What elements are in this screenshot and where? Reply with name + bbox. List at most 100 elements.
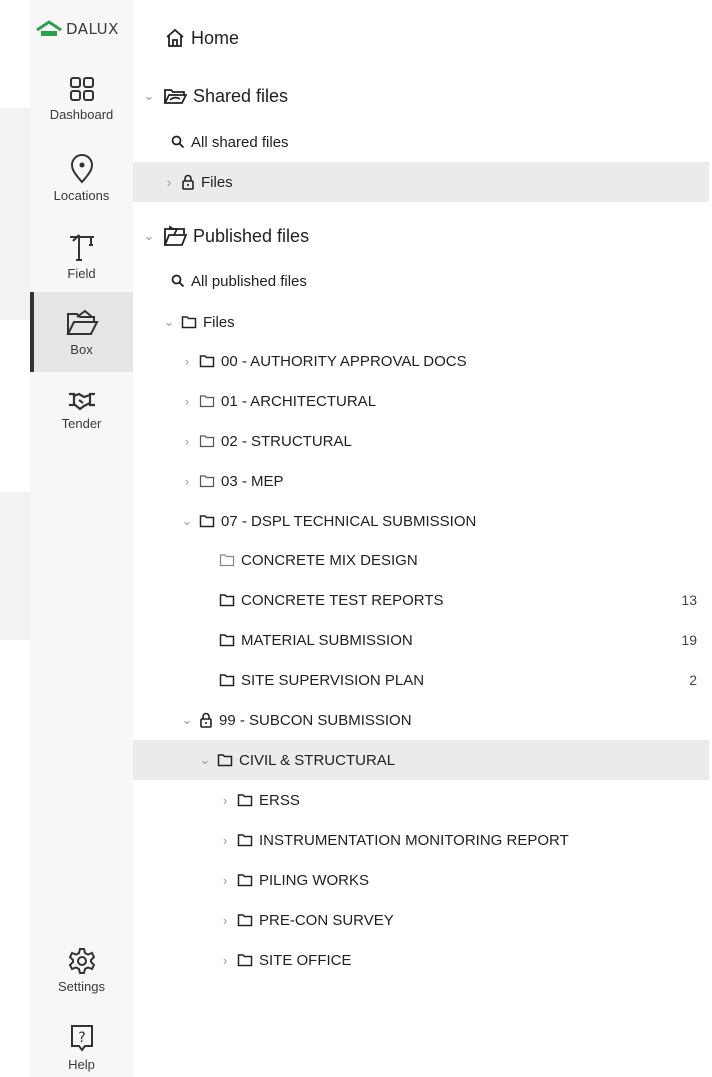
published-folder-icon [163,225,187,247]
tree-published-files-folder-label: Files [203,313,235,331]
chevron-down-icon[interactable]: ⌄ [163,314,175,330]
tree-civil-child[interactable]: › SITE OFFICE [133,940,709,980]
tree-folder-99[interactable]: ⌄ 99 - SUBCON SUBMISSION [133,700,709,740]
gear-icon [68,947,96,975]
chevron-right-icon[interactable]: › [181,434,193,449]
folder-icon [219,593,235,607]
svg-text:?: ? [78,1030,85,1046]
tree-folder-02[interactable]: › 02 - STRUCTURAL [133,421,709,461]
chevron-right-icon[interactable]: › [181,354,193,369]
tree-folder-civil[interactable]: ⌄ CIVIL & STRUCTURAL [133,740,709,780]
tree-folder-label: PILING WORKS [259,871,370,889]
tree-published-files-folder[interactable]: ⌄ Files [133,302,709,342]
folder-icon [219,553,235,567]
tree-subfolder-row[interactable]: CONCRETE TEST REPORTS 13 [133,580,709,620]
location-pin-icon [69,153,95,184]
tree-home-label: Home [191,27,240,48]
tree-civil-child[interactable]: › PILING WORKS [133,860,709,900]
file-count-badge: 2 [689,672,697,688]
tree-folder-03[interactable]: › 03 - MEP [133,461,709,501]
chevron-right-icon[interactable]: › [219,913,231,928]
tree-folder-label: SITE OFFICE [259,951,352,969]
tree-folder-label: ERSS [259,791,300,809]
lock-icon [181,174,195,190]
folder-icon [181,315,197,329]
folder-icon [199,354,215,368]
nav-tender[interactable]: Tender [30,372,133,448]
tree-subfolder-row[interactable]: SITE SUPERVISION PLAN 2 [133,660,709,700]
help-icon: ? [69,1023,95,1053]
folder-icon [219,673,235,687]
dashboard-icon [68,75,96,103]
chevron-right-icon[interactable]: › [219,833,231,848]
file-count-badge: 19 [681,632,697,648]
tree-published-files-label: Published files [193,225,310,246]
background-panel [0,492,30,640]
tree-civil-child[interactable]: › ERSS [133,780,709,820]
tree-folder-label: PRE-CON SURVEY [259,911,394,929]
nav-help[interactable]: ? Help [30,1012,133,1077]
chevron-right-icon[interactable]: › [163,175,175,190]
chevron-down-icon[interactable]: ⌄ [181,712,193,728]
tree-published-files[interactable]: ⌄ Published files [133,216,709,256]
folder-icon [199,514,215,528]
open-folder-icon [65,308,99,338]
tree-civil-child[interactable]: › INSTRUMENTATION MONITORING REPORT [133,820,709,860]
file-count-badge: 13 [681,592,697,608]
nav-settings-label: Settings [58,978,105,994]
tree-subfolder-label: CONCRETE MIX DESIGN [241,551,418,569]
chevron-right-icon[interactable]: › [181,394,193,409]
chevron-down-icon[interactable]: ⌄ [143,88,155,104]
tree-subfolder-row[interactable]: MATERIAL SUBMISSION 19 [133,620,709,660]
tree-folder-label: 99 - SUBCON SUBMISSION [219,711,412,729]
lock-icon [199,712,213,728]
folder-icon [199,434,215,448]
chevron-down-icon[interactable]: ⌄ [181,513,193,529]
tree-folder-label: 03 - MEP [221,472,284,490]
tree-shared-files-folder[interactable]: › Files [133,162,709,202]
tree-shared-files-folder-label: Files [201,173,233,191]
folder-icon [237,833,253,847]
chevron-right-icon[interactable]: › [181,474,193,489]
nav-box-label: Box [70,341,93,357]
home-icon [165,28,185,48]
nav-field-label: Field [67,265,96,281]
tree-folder-label: CIVIL & STRUCTURAL [239,751,396,769]
nav-dashboard[interactable]: Dashboard [30,58,133,138]
chevron-right-icon[interactable]: › [219,793,231,808]
tree-all-shared-files[interactable]: All shared files [133,122,709,162]
house-logo-icon [36,20,62,36]
tree-folder-label: 02 - STRUCTURAL [221,432,352,450]
search-icon [171,135,185,149]
nav-dashboard-label: Dashboard [49,106,114,122]
tree-folder-label: 01 - ARCHITECTURAL [221,392,377,410]
tree-folder-label: INSTRUMENTATION MONITORING REPORT [259,831,569,849]
tree-folder-label: 07 - DSPL TECHNICAL SUBMISSION [221,512,477,530]
nav-settings[interactable]: Settings [30,935,133,1005]
tree-subfolder-label: MATERIAL SUBMISSION [241,631,413,649]
nav-box[interactable]: Box [30,292,133,372]
tree-civil-child[interactable]: › PRE-CON SURVEY [133,900,709,940]
shared-folder-icon [163,86,187,106]
nav-locations[interactable]: Locations [30,138,133,218]
tree-home[interactable]: Home [133,18,709,58]
tree-subfolder-row[interactable]: CONCRETE MIX DESIGN [133,540,709,580]
tree-folder-01[interactable]: › 01 - ARCHITECTURAL [133,381,709,421]
folder-icon [237,913,253,927]
tree-all-published-files[interactable]: All published files [133,261,709,301]
tree-folder-00[interactable]: › 00 - AUTHORITY APPROVAL DOCS [133,341,709,381]
tree-folder-07[interactable]: ⌄ 07 - DSPL TECHNICAL SUBMISSION [133,501,709,541]
tree-all-published-files-label: All published files [191,272,307,290]
chevron-down-icon[interactable]: ⌄ [199,752,211,768]
chevron-right-icon[interactable]: › [219,953,231,968]
dalux-logo[interactable]: DALUX [36,20,119,38]
nav-tender-label: Tender [61,415,102,431]
search-icon [171,274,185,288]
tree-all-shared-files-label: All shared files [191,133,289,151]
nav-field[interactable]: Field [30,216,133,296]
tree-shared-files[interactable]: ⌄ Shared files [133,76,709,116]
chevron-down-icon[interactable]: ⌄ [143,228,155,244]
tree-folder-label: 00 - AUTHORITY APPROVAL DOCS [221,352,467,370]
tree-shared-files-label: Shared files [193,85,289,106]
chevron-right-icon[interactable]: › [219,873,231,888]
